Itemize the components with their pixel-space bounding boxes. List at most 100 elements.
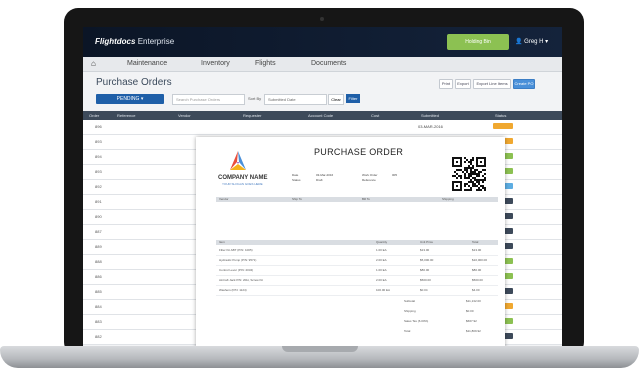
line-item-total: $4.00 xyxy=(472,288,480,292)
order-id[interactable]: 893 xyxy=(95,169,102,174)
clear-button[interactable]: Clear xyxy=(328,94,344,105)
order-id[interactable]: 886 xyxy=(95,274,102,279)
line-item-name: Aircraft Jack P/N: 20kt, Screw Kit xyxy=(219,278,264,282)
summary-label: Total xyxy=(404,329,411,333)
company-logo-icon xyxy=(230,151,246,170)
po-meta-labels: Date Status xyxy=(292,173,301,183)
status-dropdown[interactable]: PENDING ▾ xyxy=(96,94,164,104)
table-row[interactable]: 896 03-MAR-2016 xyxy=(83,120,562,135)
meta-value: Draft xyxy=(316,178,323,182)
logo-sub: Enterprise xyxy=(137,37,175,46)
po-meta2-labels: Work Order Reference xyxy=(362,173,377,183)
print-button[interactable]: Print xyxy=(439,79,453,89)
summary-value: $0.00 xyxy=(466,309,474,313)
company-slogan: YOUR SLOGAN GOES HERE xyxy=(222,182,263,186)
filter-button[interactable]: Filter xyxy=(346,94,360,103)
order-id[interactable]: 882 xyxy=(95,334,102,339)
col-cost[interactable]: Cost xyxy=(371,113,379,118)
purchase-order-preview: PURCHASE ORDER COMPANY NAME YOUR SLOGAN … xyxy=(196,137,505,351)
line-item-total: $80.00 xyxy=(472,268,482,272)
order-id[interactable]: 890 xyxy=(95,214,102,219)
summary-label: Subtotal xyxy=(404,299,416,303)
vendor-header: Vendor xyxy=(219,197,229,201)
webcam xyxy=(320,17,324,21)
summary-value: $11,132.00 xyxy=(466,299,481,303)
bill-to-header: Bill To xyxy=(362,197,370,201)
line-item-unit-price: $13.00 xyxy=(420,248,430,252)
create-po-button[interactable]: Create PO xyxy=(513,79,535,89)
unit-price-col-header: Unit Price xyxy=(420,240,434,244)
order-id[interactable]: 887 xyxy=(95,229,102,234)
line-item-qty: 2.00 EA xyxy=(376,258,387,262)
col-submitted[interactable]: Submitted xyxy=(421,113,439,118)
line-item-name: Hydraulic Pump (P/N: 9571) xyxy=(219,258,257,262)
order-id[interactable]: 888 xyxy=(95,259,102,264)
app-screen: Flightdocs Enterprise Holding Bin 👤 Greg… xyxy=(83,27,562,351)
nav-documents[interactable]: Documents xyxy=(311,60,346,67)
line-item-qty: 1.00 EA xyxy=(376,268,387,272)
line-item-qty: 2.00 EA xyxy=(376,278,387,282)
order-id[interactable]: 883 xyxy=(95,319,102,324)
line-item-total: $13.00 xyxy=(472,248,482,252)
nav-inventory[interactable]: Inventory xyxy=(201,60,230,67)
col-account-code[interactable]: Account Code xyxy=(308,113,333,118)
summary-label: Shipping xyxy=(404,309,416,313)
table-header: Order Reference Vendor Requester Account… xyxy=(83,111,562,120)
po-meta2-values: 005 xyxy=(392,173,397,178)
order-id[interactable]: 896 xyxy=(95,124,102,129)
submitted-date: 03-MAR-2016 xyxy=(418,124,443,129)
status-dropdown-value: PENDING xyxy=(116,96,140,102)
qty-col-header: Quantity xyxy=(376,240,388,244)
line-item-total: $500.00 xyxy=(472,278,483,282)
total-col-header: Total xyxy=(472,240,479,244)
meta-value: 005 xyxy=(392,173,398,177)
holding-bin-label: Holding Bin xyxy=(465,39,491,45)
order-id[interactable]: 885 xyxy=(95,289,102,294)
sort-select[interactable]: Submitted Date xyxy=(264,94,327,105)
export-button[interactable]: Export xyxy=(455,79,471,89)
summary-label: Sales Tax (6.00%) xyxy=(404,319,429,323)
line-item-divider xyxy=(216,275,498,276)
status-badge xyxy=(493,123,513,129)
line-item-divider xyxy=(216,265,498,266)
line-item-total: $10,000.00 xyxy=(472,258,488,262)
meta-label: Reference xyxy=(362,178,376,182)
logo-main: Flightdocs xyxy=(95,37,136,46)
summary-value: $11,809.92 xyxy=(466,329,481,333)
line-item-unit-price: $500.00 xyxy=(420,278,431,282)
line-item-name: Filter Kit ABT (P/N: 1005) xyxy=(219,248,253,252)
line-item-unit-price: $0.04 xyxy=(420,288,428,292)
order-id[interactable]: 893 xyxy=(95,139,102,144)
po-title: PURCHASE ORDER xyxy=(314,147,404,157)
user-name: Greg H ▾ xyxy=(524,39,549,45)
col-status[interactable]: Status xyxy=(495,113,506,118)
nav-maintenance[interactable]: Maintenance xyxy=(127,60,167,67)
app-logo[interactable]: Flightdocs Enterprise xyxy=(95,37,174,46)
order-id[interactable]: 884 xyxy=(95,304,102,309)
col-requester[interactable]: Requester xyxy=(243,113,261,118)
shipping-header: Shipping xyxy=(442,197,454,201)
col-order[interactable]: Order xyxy=(89,113,99,118)
search-input[interactable]: Search Purchase Orders xyxy=(172,94,245,105)
user-icon: 👤 xyxy=(515,39,523,45)
order-id[interactable]: 889 xyxy=(95,244,102,249)
col-vendor[interactable]: Vendor xyxy=(178,113,191,118)
items-header-band xyxy=(216,240,498,245)
line-item-divider xyxy=(216,255,498,256)
order-id[interactable]: 892 xyxy=(95,184,102,189)
line-item-unit-price: $80.00 xyxy=(420,268,430,272)
page-title: Purchase Orders xyxy=(96,77,172,88)
line-item-qty: 100.00 EA xyxy=(376,288,391,292)
col-reference[interactable]: Reference xyxy=(117,113,135,118)
home-icon[interactable]: ⌂ xyxy=(91,59,96,68)
line-item-divider xyxy=(216,295,498,296)
order-id[interactable]: 891 xyxy=(95,199,102,204)
line-item-name: Control Lever (P/N: 2034) xyxy=(219,268,254,272)
nav-flights[interactable]: Flights xyxy=(255,60,276,67)
line-item-divider xyxy=(216,285,498,286)
export-line-items-button[interactable]: Export Line Items xyxy=(473,79,511,89)
line-item-qty: 1.00 EA xyxy=(376,248,387,252)
order-id[interactable]: 894 xyxy=(95,154,102,159)
holding-bin-button[interactable]: Holding Bin xyxy=(447,34,509,50)
user-menu[interactable]: 👤 Greg H ▾ xyxy=(515,38,548,45)
